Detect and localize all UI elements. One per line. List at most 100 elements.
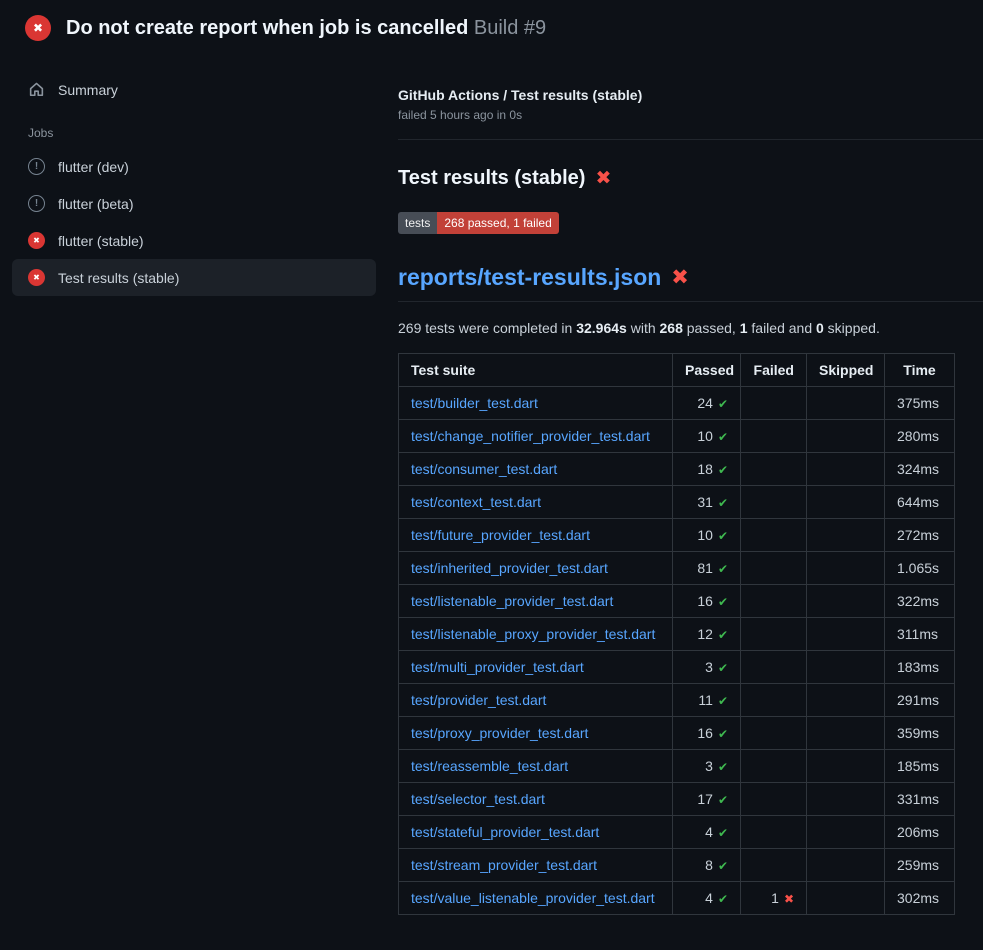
test-suite-link[interactable]: test/stream_provider_test.dart bbox=[411, 857, 597, 873]
sidebar-item-summary[interactable]: Summary bbox=[12, 71, 376, 108]
table-row: test/context_test.dart 31✔ 644ms bbox=[399, 486, 955, 519]
check-icon: ✔ bbox=[718, 562, 728, 576]
sidebar-item-flutter-stable[interactable]: ✖ flutter (stable) bbox=[12, 222, 376, 259]
passed-count: 3 bbox=[705, 659, 713, 675]
passed-count: 8 bbox=[705, 857, 713, 873]
table-row: test/consumer_test.dart 18✔ 324ms bbox=[399, 453, 955, 486]
time-cell: 359ms bbox=[885, 717, 955, 750]
check-icon: ✔ bbox=[718, 463, 728, 477]
test-suite-link[interactable]: test/reassemble_test.dart bbox=[411, 758, 568, 774]
sidebar: Summary Jobs ! flutter (dev) ! flutter (… bbox=[0, 49, 388, 296]
test-suite-link[interactable]: test/selector_test.dart bbox=[411, 791, 545, 807]
test-suite-link[interactable]: test/future_provider_test.dart bbox=[411, 527, 590, 543]
check-icon: ✔ bbox=[718, 694, 728, 708]
sidebar-item-test-results-stable[interactable]: ✖ Test results (stable) bbox=[12, 259, 376, 296]
test-suite-link[interactable]: test/provider_test.dart bbox=[411, 692, 546, 708]
test-suite-link[interactable]: test/listenable_provider_test.dart bbox=[411, 593, 613, 609]
test-suite-link[interactable]: test/builder_test.dart bbox=[411, 395, 538, 411]
passed-count: 16 bbox=[697, 725, 713, 741]
passed-count: 11 bbox=[698, 692, 713, 708]
col-header-skipped: Skipped bbox=[807, 354, 885, 387]
failed-status-icon: ✖ bbox=[28, 269, 45, 286]
check-icon: ✔ bbox=[718, 529, 728, 543]
time-cell: 206ms bbox=[885, 816, 955, 849]
section-title: Test results (stable) ✖ bbox=[398, 167, 983, 190]
table-row: test/listenable_provider_test.dart 16✔ 3… bbox=[399, 585, 955, 618]
cancelled-status-icon: ! bbox=[28, 158, 45, 175]
time-cell: 331ms bbox=[885, 783, 955, 816]
sidebar-item-flutter-beta[interactable]: ! flutter (beta) bbox=[12, 185, 376, 222]
table-row: test/change_notifier_provider_test.dart … bbox=[399, 420, 955, 453]
badge-value: 268 passed, 1 failed bbox=[437, 212, 558, 234]
results-table: Test suite Passed Failed Skipped Time te… bbox=[398, 353, 955, 915]
section-title-text: Test results (stable) bbox=[398, 167, 585, 190]
passed-count: 24 bbox=[697, 395, 713, 411]
failed-count: 1 bbox=[771, 890, 779, 906]
summary-text: 269 tests were completed in bbox=[398, 320, 576, 336]
test-suite-link[interactable]: test/context_test.dart bbox=[411, 494, 541, 510]
table-row: test/provider_test.dart 11✔ 291ms bbox=[399, 684, 955, 717]
col-header-test-suite: Test suite bbox=[399, 354, 673, 387]
check-icon: ✔ bbox=[718, 727, 728, 741]
test-suite-link[interactable]: test/stateful_provider_test.dart bbox=[411, 824, 599, 840]
badge-label: tests bbox=[398, 212, 437, 234]
table-row: test/value_listenable_provider_test.dart… bbox=[399, 882, 955, 915]
x-icon: ✖ bbox=[33, 237, 40, 245]
exclamation-icon: ! bbox=[35, 162, 38, 172]
build-number: Build #9 bbox=[474, 17, 546, 39]
test-suite-link[interactable]: test/inherited_provider_test.dart bbox=[411, 560, 608, 576]
job-label: flutter (stable) bbox=[58, 233, 144, 249]
check-icon: ✔ bbox=[718, 430, 728, 444]
time-cell: 302ms bbox=[885, 882, 955, 915]
failed-x-icon: ✖ bbox=[671, 267, 689, 288]
check-icon: ✔ bbox=[718, 595, 728, 609]
table-row: test/stream_provider_test.dart 8✔ 259ms bbox=[399, 849, 955, 882]
results-table-body: test/builder_test.dart 24✔ 375ms test/ch… bbox=[399, 387, 955, 915]
test-suite-link[interactable]: test/listenable_proxy_provider_test.dart bbox=[411, 626, 655, 642]
jobs-list: ! flutter (dev) ! flutter (beta) ✖ flutt… bbox=[12, 148, 376, 296]
check-icon: ✔ bbox=[718, 793, 728, 807]
test-suite-link[interactable]: test/value_listenable_provider_test.dart bbox=[411, 890, 655, 906]
passed-count: 4 bbox=[705, 890, 713, 906]
report-file-link[interactable]: reports/test-results.json bbox=[398, 264, 661, 291]
col-header-failed: Failed bbox=[741, 354, 807, 387]
build-failed-icon: ✖ bbox=[25, 15, 51, 41]
test-suite-link[interactable]: test/consumer_test.dart bbox=[411, 461, 557, 477]
passed-count: 18 bbox=[697, 461, 713, 477]
x-icon: ✖ bbox=[784, 892, 794, 906]
summary-failed-count: 1 bbox=[740, 320, 748, 336]
passed-count: 3 bbox=[705, 758, 713, 774]
test-suite-link[interactable]: test/proxy_provider_test.dart bbox=[411, 725, 588, 741]
table-row: test/future_provider_test.dart 10✔ 272ms bbox=[399, 519, 955, 552]
test-suite-link[interactable]: test/change_notifier_provider_test.dart bbox=[411, 428, 650, 444]
col-header-time: Time bbox=[885, 354, 955, 387]
table-row: test/selector_test.dart 17 ✔ 331ms bbox=[399, 783, 955, 816]
build-title: Do not create report when job is cancell… bbox=[66, 17, 468, 39]
sidebar-item-flutter-dev[interactable]: ! flutter (dev) bbox=[12, 148, 376, 185]
check-icon: ✔ bbox=[718, 496, 728, 510]
table-row: test/reassemble_test.dart 3✔ 185ms bbox=[399, 750, 955, 783]
test-suite-link[interactable]: test/multi_provider_test.dart bbox=[411, 659, 584, 675]
home-icon bbox=[28, 81, 45, 98]
summary-text: failed and bbox=[748, 320, 817, 336]
summary-duration: 32.964s bbox=[576, 320, 627, 336]
run-status-text: failed 5 hours ago in 0s bbox=[398, 108, 983, 122]
passed-count: 10 bbox=[697, 527, 713, 543]
build-header: ✖ Do not create report when job is cance… bbox=[0, 0, 983, 49]
breadcrumb: GitHub Actions / Test results (stable) bbox=[398, 87, 983, 103]
passed-count: 12 bbox=[697, 626, 713, 642]
check-icon: ✔ bbox=[718, 859, 728, 873]
job-label: flutter (beta) bbox=[58, 196, 133, 212]
check-icon: ✔ bbox=[718, 628, 728, 642]
passed-count: 31 bbox=[697, 494, 713, 510]
cancelled-status-icon: ! bbox=[28, 195, 45, 212]
passed-count: 17 bbox=[697, 791, 713, 807]
page-title: Do not create report when job is cancell… bbox=[66, 15, 546, 41]
exclamation-icon: ! bbox=[35, 199, 38, 209]
table-header-row: Test suite Passed Failed Skipped Time bbox=[399, 354, 955, 387]
time-cell: 183ms bbox=[885, 651, 955, 684]
table-row: test/builder_test.dart 24✔ 375ms bbox=[399, 387, 955, 420]
summary-text: skipped. bbox=[824, 320, 880, 336]
check-icon: ✔ bbox=[718, 892, 728, 906]
time-cell: 1.065s bbox=[885, 552, 955, 585]
